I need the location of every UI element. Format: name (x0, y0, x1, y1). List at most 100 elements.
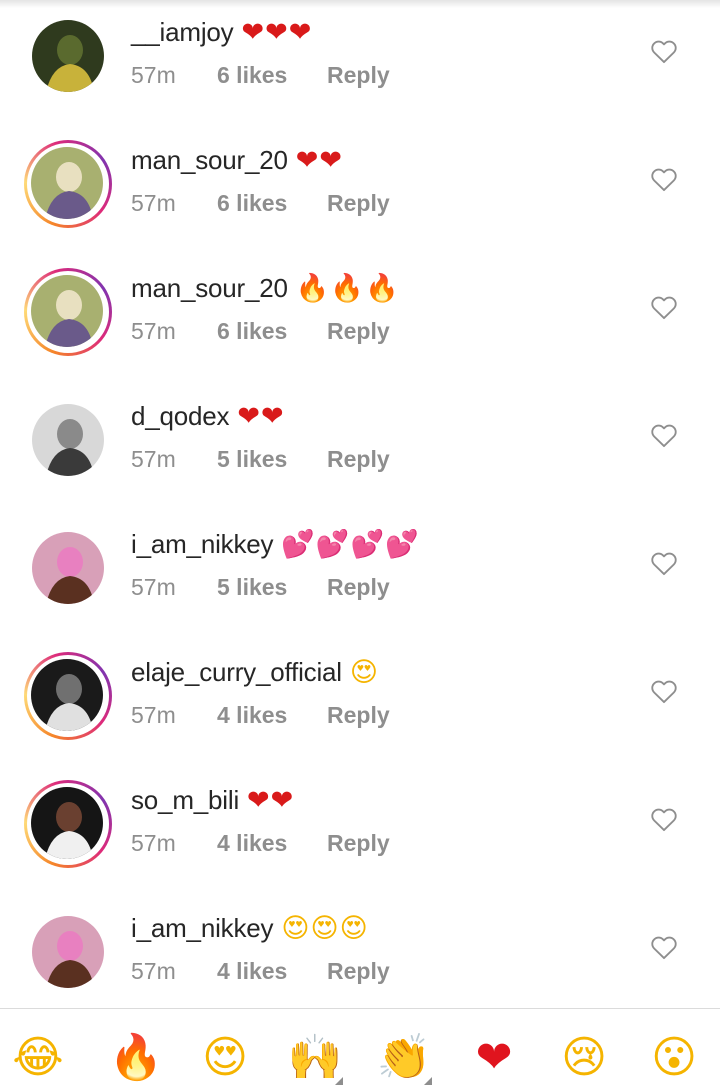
fire-emoji-glyph: 🔥 (108, 1032, 164, 1083)
fire-emoji[interactable]: 🔥 (108, 1029, 164, 1085)
comment-username[interactable]: d_qodex (131, 401, 230, 432)
clap-emoji-glyph: 👏 (376, 1032, 432, 1083)
comment-text: i_am_nikkey 💕💕💕💕 (131, 526, 420, 562)
comment-likes-link[interactable]: 4 likes (217, 702, 327, 729)
comment-row[interactable]: so_m_bili ❤❤ 57m 4 likes Reply (0, 760, 720, 888)
comment-likes-link[interactable]: 5 likes (217, 446, 327, 473)
avatar-story-ring[interactable] (24, 780, 112, 868)
reply-button[interactable]: Reply (327, 830, 390, 857)
avatar-ring-gap (27, 143, 109, 225)
skin-tone-variants-indicator (424, 1077, 432, 1085)
crying-face-emoji[interactable]: 😢 (556, 1029, 612, 1085)
comment-row[interactable]: __iamjoy ❤❤❤ 57m 6 likes Reply (0, 0, 720, 120)
comment-meta: 57m 5 likes Reply (131, 574, 390, 601)
avatar-wrap[interactable] (24, 908, 112, 996)
like-heart-icon[interactable] (650, 166, 678, 192)
like-heart-icon[interactable] (650, 294, 678, 320)
comment-emoji: ❤❤ (237, 400, 285, 432)
comment-likes-link[interactable]: 4 likes (217, 830, 327, 857)
comment-emoji: ❤❤ (247, 784, 295, 816)
comment-meta: 57m 4 likes Reply (131, 702, 390, 729)
comment-likes-link[interactable]: 5 likes (217, 574, 327, 601)
joy-emoji[interactable]: 😂 (10, 1029, 66, 1085)
reply-button[interactable]: Reply (327, 958, 390, 985)
comment-emoji: ❤❤❤ (241, 16, 313, 48)
avatar[interactable] (32, 532, 104, 604)
like-heart-icon[interactable] (650, 422, 678, 448)
avatar-wrap[interactable] (24, 524, 112, 612)
comment-username[interactable]: __iamjoy (131, 17, 234, 48)
avatar[interactable] (31, 275, 103, 347)
comment-list[interactable]: __iamjoy ❤❤❤ 57m 6 likes Reply man_sour_20 ❤❤ 5… (0, 0, 720, 1008)
comment-likes-link[interactable]: 6 likes (217, 62, 327, 89)
avatar-wrap[interactable] (24, 12, 112, 100)
red-heart-emoji-glyph: ❤ (475, 1031, 513, 1083)
red-heart-emoji[interactable]: ❤ (466, 1029, 522, 1085)
like-heart-icon[interactable] (650, 678, 678, 704)
avatar[interactable] (32, 916, 104, 988)
raised-hands-emoji-glyph: 🙌 (287, 1032, 343, 1083)
quick-emoji-bar: 😂 🔥 😍 🙌 👏 ❤ 😢 😮 (0, 1008, 720, 1089)
comment-emoji: ❤❤ (295, 144, 344, 176)
like-heart-icon[interactable] (650, 934, 678, 960)
comment-time: 57m (131, 958, 176, 984)
comment-row[interactable]: man_sour_20 ❤❤ 57m 6 likes Reply (0, 120, 720, 248)
comment-emoji: 🔥🔥🔥 (295, 273, 400, 304)
drooling-face-emoji[interactable]: 😮 (646, 1029, 702, 1085)
avatar[interactable] (31, 147, 103, 219)
raised-hands-emoji[interactable]: 🙌 (287, 1029, 343, 1085)
avatar[interactable] (32, 20, 104, 92)
avatar-ring-gap (27, 271, 109, 353)
heart-eyes-emoji-glyph: 😍 (202, 1031, 248, 1083)
comment-likes-link[interactable]: 6 likes (217, 190, 327, 217)
comment-meta: 57m 6 likes Reply (131, 318, 390, 345)
reply-button[interactable]: Reply (327, 702, 390, 729)
comment-username[interactable]: man_sour_20 (131, 145, 288, 176)
like-heart-icon[interactable] (650, 550, 678, 576)
like-heart-icon[interactable] (650, 38, 678, 64)
comment-row[interactable]: i_am_nikkey 😍😍😍 57m 4 likes Reply (0, 888, 720, 1008)
comment-username[interactable]: i_am_nikkey (131, 529, 274, 560)
heart-eyes-emoji[interactable]: 😍 (197, 1029, 253, 1085)
comment-meta: 57m 4 likes Reply (131, 958, 390, 985)
comment-text: so_m_bili ❤❤ (131, 782, 294, 818)
reply-button[interactable]: Reply (327, 318, 390, 345)
comment-likes-link[interactable]: 6 likes (217, 318, 327, 345)
reply-button[interactable]: Reply (327, 574, 390, 601)
comment-text: elaje_curry_official 😍 (131, 654, 379, 690)
comment-meta: 57m 5 likes Reply (131, 446, 390, 473)
comment-time: 57m (131, 702, 176, 728)
avatar-ring-gap (27, 783, 109, 865)
crying-face-emoji-glyph: 😢 (561, 1031, 607, 1083)
like-heart-icon[interactable] (650, 806, 678, 832)
comment-username[interactable]: so_m_bili (131, 785, 239, 816)
avatar[interactable] (31, 787, 103, 859)
avatar-wrap[interactable] (24, 396, 112, 484)
skin-tone-variants-indicator (335, 1077, 343, 1085)
comment-row[interactable]: man_sour_20 🔥🔥🔥 57m 6 likes Reply (0, 248, 720, 376)
comment-username[interactable]: man_sour_20 (131, 273, 288, 304)
comment-likes-link[interactable]: 4 likes (217, 958, 327, 985)
comment-time: 57m (131, 190, 176, 216)
comment-row[interactable]: elaje_curry_official 😍 57m 4 likes Reply (0, 632, 720, 760)
reply-button[interactable]: Reply (327, 446, 390, 473)
clap-emoji[interactable]: 👏 (376, 1029, 432, 1085)
comment-row[interactable]: i_am_nikkey 💕💕💕💕 57m 5 likes Reply (0, 504, 720, 632)
avatar-story-ring[interactable] (24, 652, 112, 740)
comment-text: d_qodex ❤❤ (131, 398, 285, 434)
comment-username[interactable]: elaje_curry_official (131, 657, 342, 688)
comment-time: 57m (131, 574, 176, 600)
reply-button[interactable]: Reply (327, 190, 390, 217)
comment-emoji: 💕💕💕💕 (281, 529, 420, 560)
avatar[interactable] (32, 404, 104, 476)
comment-text: man_sour_20 ❤❤ (131, 142, 343, 178)
reply-button[interactable]: Reply (327, 62, 390, 89)
comment-text: i_am_nikkey 😍😍😍 (131, 910, 369, 946)
avatar-story-ring[interactable] (24, 140, 112, 228)
avatar-story-ring[interactable] (24, 268, 112, 356)
comment-row[interactable]: d_qodex ❤❤ 57m 5 likes Reply (0, 376, 720, 504)
comment-time: 57m (131, 446, 176, 472)
comment-username[interactable]: i_am_nikkey (131, 913, 274, 944)
avatar[interactable] (31, 659, 103, 731)
comment-time: 57m (131, 62, 176, 88)
